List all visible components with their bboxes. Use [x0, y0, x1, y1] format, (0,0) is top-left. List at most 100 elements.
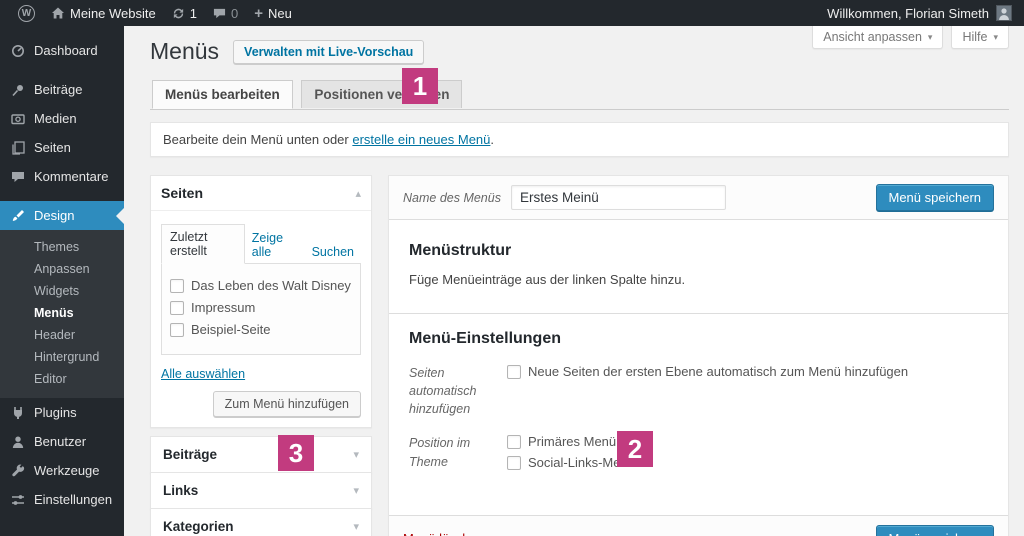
- submenu-item-background[interactable]: Hintergrund: [0, 346, 124, 368]
- live-preview-button[interactable]: Verwalten mit Live-Vorschau: [233, 40, 424, 64]
- sidebar-item-settings[interactable]: Einstellungen: [0, 485, 124, 514]
- primary-menu-option: Primäres Menü: [507, 434, 635, 449]
- new-content-menu[interactable]: + Neu: [246, 0, 300, 26]
- tab-edit-menus[interactable]: Menüs bearbeiten: [152, 80, 293, 109]
- sidebar-label: Beiträge: [34, 82, 82, 97]
- sidebar-item-plugins[interactable]: Plugins: [0, 398, 124, 427]
- accordion-categories-title: Kategorien: [163, 519, 234, 534]
- sidebar-label: Seiten: [34, 140, 71, 155]
- menu-settings-title: Menü-Einstellungen: [409, 330, 988, 348]
- sidebar-label: Design: [34, 208, 74, 223]
- comment-bubble-icon: [213, 7, 226, 20]
- sidebar-item-pages[interactable]: Seiten: [0, 133, 124, 162]
- submenu-item-widgets[interactable]: Widgets: [0, 280, 124, 302]
- page-item-label: Das Leben des Walt Disney: [191, 278, 351, 293]
- screen-options-button[interactable]: Ansicht anpassen ▾: [812, 26, 943, 49]
- select-all-link[interactable]: Alle auswählen: [161, 367, 245, 381]
- auto-add-checkbox[interactable]: [507, 365, 521, 379]
- delete-menu-link[interactable]: Menü löschen: [403, 531, 484, 536]
- pages-postbox-header[interactable]: Seiten ▴: [151, 176, 371, 211]
- sidebar-item-comments[interactable]: Kommentare: [0, 162, 124, 191]
- menu-editor-footer: Menü löschen Menü speichern: [389, 515, 1008, 536]
- submenu-item-customize[interactable]: Anpassen: [0, 258, 124, 280]
- collapse-panel-icon[interactable]: ▴: [355, 187, 361, 200]
- tab-manage-locations[interactable]: Positionen verwalten: [301, 80, 462, 108]
- submenu-item-menus[interactable]: Menüs: [0, 302, 124, 324]
- pages-postbox-body: Zuletzt erstellt Zeige alle Suchen Das L…: [151, 211, 371, 427]
- menu-structure-title: Menüstruktur: [409, 242, 988, 260]
- page-checkbox[interactable]: [170, 279, 184, 293]
- paintbrush-icon: [10, 209, 26, 223]
- page-check-item: Beispiel-Seite: [170, 322, 352, 337]
- tab-view-all[interactable]: Zeige alle: [245, 226, 305, 264]
- sidebar-item-dashboard[interactable]: Dashboard: [0, 36, 124, 65]
- comments-count: 0: [231, 6, 238, 21]
- comments-menu[interactable]: 0: [205, 0, 246, 26]
- theme-position-label: Position im Theme: [409, 434, 497, 470]
- accordion-posts[interactable]: Beiträge ▾ 3: [150, 436, 372, 473]
- media-icon: [10, 112, 26, 126]
- admin-sidebar: Dashboard Beiträge Medien Seiten Komment…: [0, 26, 124, 536]
- menu-structure-hint: Füge Menüeinträge aus der linken Spalte …: [409, 272, 988, 287]
- updates-menu[interactable]: 1: [164, 0, 205, 26]
- sidebar-item-posts[interactable]: Beiträge: [0, 75, 124, 104]
- sidebar-item-users[interactable]: Benutzer: [0, 427, 124, 456]
- sidebar-label: Medien: [34, 111, 77, 126]
- screen-meta: Ansicht anpassen ▾ Hilfe ▾: [812, 26, 1009, 49]
- wordpress-logo-icon: W: [18, 5, 35, 22]
- auto-add-pages-row: Seiten automatisch hinzufügen Neue Seite…: [409, 364, 988, 418]
- primary-menu-checkbox[interactable]: [507, 435, 521, 449]
- sidebar-label: Dashboard: [34, 43, 98, 58]
- tab-search[interactable]: Suchen: [305, 240, 361, 264]
- add-to-menu-button[interactable]: Zum Menü hinzufügen: [213, 391, 361, 417]
- sidebar-item-tools[interactable]: Werkzeuge: [0, 456, 124, 485]
- menu-name-input[interactable]: [511, 185, 726, 210]
- accordion-categories[interactable]: Kategorien ▾: [150, 508, 372, 536]
- update-icon: [172, 7, 185, 20]
- chevron-down-icon: ▾: [993, 32, 998, 43]
- notice-text: Bearbeite dein Menü unten oder: [163, 132, 352, 147]
- edit-menu-notice: Bearbeite dein Menü unten oder erstelle …: [150, 122, 1009, 157]
- user-icon: [10, 435, 26, 449]
- page-checkbox[interactable]: [170, 301, 184, 315]
- sidebar-item-appearance[interactable]: Design: [0, 201, 124, 230]
- menu-name-label: Name des Menüs: [403, 191, 501, 205]
- create-new-menu-link[interactable]: erstelle ein neues Menü: [352, 132, 490, 147]
- sidebar-item-media[interactable]: Medien: [0, 104, 124, 133]
- wp-logo-menu[interactable]: W: [10, 0, 43, 26]
- auto-add-option: Neue Seiten der ersten Ebene automatisch…: [507, 364, 908, 379]
- collapse-menu-button[interactable]: Menü einklappen: [0, 528, 124, 536]
- save-menu-button-top[interactable]: Menü speichern: [876, 184, 995, 211]
- dashboard-icon: [10, 44, 26, 58]
- page-item-label: Beispiel-Seite: [191, 322, 271, 337]
- site-name-menu[interactable]: Meine Website: [43, 0, 164, 26]
- comments-icon: [10, 170, 26, 184]
- page-checkbox[interactable]: [170, 323, 184, 337]
- chevron-down-icon: ▾: [353, 484, 359, 497]
- accordion-posts-title: Beiträge: [163, 447, 217, 462]
- account-menu[interactable]: Willkommen, Florian Simeth: [827, 5, 1014, 21]
- sidebar-label: Werkzeuge: [34, 463, 100, 478]
- submenu-item-themes[interactable]: Themes: [0, 236, 124, 258]
- social-links-menu-checkbox[interactable]: [507, 456, 521, 470]
- help-button[interactable]: Hilfe ▾: [951, 26, 1009, 49]
- accordion-links[interactable]: Links ▾: [150, 472, 372, 509]
- save-menu-button-bottom[interactable]: Menü speichern: [876, 525, 995, 536]
- home-icon: [51, 6, 65, 20]
- menu-editor-column: Name des Menüs Menü speichern Menüstrukt…: [388, 175, 1009, 536]
- pages-postbox-title: Seiten: [161, 185, 203, 201]
- sidebar-label: Plugins: [34, 405, 77, 420]
- accordion-links-title: Links: [163, 483, 198, 498]
- tab-most-recent[interactable]: Zuletzt erstellt: [161, 224, 245, 264]
- submenu-item-header[interactable]: Header: [0, 324, 124, 346]
- menu-name-bar: Name des Menüs Menü speichern: [389, 176, 1008, 220]
- theme-position-row: Position im Theme Primäres Menü Social-L…: [409, 434, 988, 470]
- chevron-down-icon: ▾: [353, 448, 359, 461]
- pages-postbox: Seiten ▴ Zuletzt erstellt Zeige alle Suc…: [150, 175, 372, 428]
- annotation-badge-3: 3: [278, 435, 314, 471]
- screen-options-label: Ansicht anpassen: [823, 30, 922, 44]
- sidebar-label: Kommentare: [34, 169, 108, 184]
- submenu-item-editor[interactable]: Editor: [0, 368, 124, 390]
- wrench-icon: [10, 464, 26, 478]
- annotation-badge-2: 2: [617, 431, 653, 467]
